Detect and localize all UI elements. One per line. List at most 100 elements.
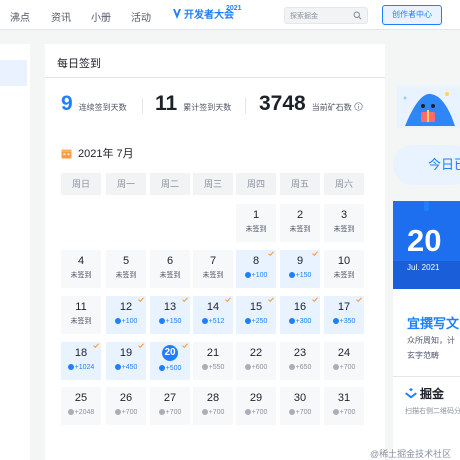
ore-amount: +700 <box>165 409 182 416</box>
ore-icon <box>201 318 208 324</box>
ore-amount: +450 <box>121 364 138 371</box>
day-number: 22 <box>249 347 263 359</box>
calendar-day-17[interactable]: 17 +350 <box>324 296 364 334</box>
calendar-day-12[interactable]: 12 +100 <box>106 296 146 334</box>
nav-item-news[interactable]: 资讯 <box>51 9 71 24</box>
calendar-day-13[interactable]: 13 +150 <box>150 296 190 334</box>
calendar-day-15[interactable]: 15 +250 <box>236 296 276 334</box>
calendar-day-3[interactable]: 3 未签到 <box>324 204 364 242</box>
ore-icon <box>114 409 121 415</box>
calendar-day-6[interactable]: 6 未签到 <box>150 250 190 288</box>
calendar-day-29[interactable]: 29 +700 <box>236 387 276 425</box>
ore-amount: +700 <box>295 409 312 416</box>
ore-icon <box>114 364 121 370</box>
checkmark-icon <box>312 251 318 256</box>
ore-amount: +700 <box>339 409 356 416</box>
checkmark-icon <box>356 297 362 302</box>
calendar-day-1[interactable]: 1 未签到 <box>236 204 276 242</box>
ore-icon <box>67 364 74 370</box>
day-status: +700 <box>236 408 276 417</box>
day-number: 26 <box>119 392 133 404</box>
stat-ore-count: 3748 当前矿石数 <box>259 93 363 115</box>
day-number: 23 <box>293 347 307 359</box>
calendar-day-23[interactable]: 23 +650 <box>280 342 320 380</box>
calendar-day-9[interactable]: 9 +150 <box>280 250 320 288</box>
calendar-day-26[interactable]: 26 +700 <box>106 387 146 425</box>
card-headline: 宜撰写文 <box>407 316 460 331</box>
info-icon[interactable] <box>354 102 363 111</box>
search-box[interactable]: 探索掘金 <box>284 7 368 24</box>
day-status: +300 <box>280 317 320 326</box>
search-icon[interactable] <box>353 11 362 20</box>
calendar-day-11[interactable]: 11 未签到 <box>61 296 101 334</box>
day-number: 16 <box>293 301 307 313</box>
nav-item-pins[interactable]: 沸点 <box>10 9 30 24</box>
calendar-day-16[interactable]: 16 +300 <box>280 296 320 334</box>
card-date: Jul. 2021 <box>407 263 440 272</box>
day-status: 未签到 <box>115 272 137 279</box>
stat-value: 11 <box>155 92 178 115</box>
day-number: 14 <box>206 301 220 313</box>
checked-in-today-button[interactable]: 今日已 <box>393 145 460 185</box>
calendar-day-8[interactable]: 8 +100 <box>236 250 276 288</box>
day-number: 12 <box>119 301 133 313</box>
calendar-day-20[interactable]: 20 +500 <box>150 342 190 380</box>
day-number: 18 <box>74 347 88 359</box>
nav-item-events[interactable]: 活动 <box>131 9 151 24</box>
ore-icon <box>201 409 208 415</box>
day-status: +450 <box>106 363 146 372</box>
checkin-panel: 每日签到 9 连续签到天数 11 累计签到天数 3748 当前矿石数 2021年… <box>45 44 385 460</box>
calendar-day-21[interactable]: 21 +550 <box>193 342 233 380</box>
stat-label: 当前矿石数 <box>311 103 352 112</box>
panel-title: 每日签到 <box>57 58 101 70</box>
calendar-day-24[interactable]: 24 +700 <box>324 342 364 380</box>
calendar-day-4[interactable]: 4 未签到 <box>61 250 101 288</box>
checkmark-icon <box>182 297 188 302</box>
checkmark-icon <box>268 297 274 302</box>
ore-icon <box>332 364 339 370</box>
stat-value: 3748 <box>259 92 306 115</box>
day-status: +1024 <box>61 363 101 372</box>
calendar-day-25[interactable]: 25 +2048 <box>61 387 101 425</box>
calendar-day-22[interactable]: 22 +600 <box>236 342 276 380</box>
calendar-day-28[interactable]: 28 +700 <box>193 387 233 425</box>
conference-logo-icon <box>173 8 181 19</box>
day-status: +100 <box>106 317 146 326</box>
calendar-day-19[interactable]: 19 +450 <box>106 342 146 380</box>
checkmark-icon <box>138 343 144 348</box>
day-number: 4 <box>77 255 85 267</box>
calendar-day-30[interactable]: 30 +700 <box>280 387 320 425</box>
dev-conference-link[interactable]: 开发者大会 <box>171 6 234 21</box>
calendar-day-5[interactable]: 5 未签到 <box>106 250 146 288</box>
calendar-day-2[interactable]: 2 未签到 <box>280 204 320 242</box>
day-status: 未签到 <box>70 272 92 279</box>
sidebar-active-item[interactable] <box>0 60 27 86</box>
stat-value: 9 <box>61 92 73 115</box>
weekday-header: 周三 <box>193 173 233 195</box>
day-number: 21 <box>206 347 220 359</box>
day-number: 13 <box>163 301 177 313</box>
calendar-day-27[interactable]: 27 +700 <box>150 387 190 425</box>
ore-amount: +700 <box>339 364 356 371</box>
calendar-day-14[interactable]: 14 +512 <box>193 296 233 334</box>
calendar-day-31[interactable]: 31 +700 <box>324 387 364 425</box>
nav-item-books[interactable]: 小册 <box>91 9 111 24</box>
checkmark-icon <box>138 297 144 302</box>
ore-icon <box>288 272 295 278</box>
conference-year: 2021 <box>226 5 242 12</box>
ore-amount: +550 <box>208 364 225 371</box>
ore-icon <box>244 318 251 324</box>
creator-center-button[interactable]: 创作者中心 <box>382 5 442 25</box>
calendar-day-7[interactable]: 7 未签到 <box>193 250 233 288</box>
checkmark-icon <box>312 297 318 302</box>
day-number: 17 <box>337 301 351 313</box>
ore-amount: +700 <box>121 409 138 416</box>
calendar-day-18[interactable]: 18 +1024 <box>61 342 101 380</box>
ore-amount: +300 <box>295 318 312 325</box>
day-status: +700 <box>150 408 190 417</box>
day-status: +600 <box>236 363 276 372</box>
today-marker: 20 <box>162 345 178 361</box>
calendar-day-10[interactable]: 10 未签到 <box>324 250 364 288</box>
ore-icon <box>332 409 339 415</box>
card-text-line: 玄字范畴 <box>407 351 439 360</box>
